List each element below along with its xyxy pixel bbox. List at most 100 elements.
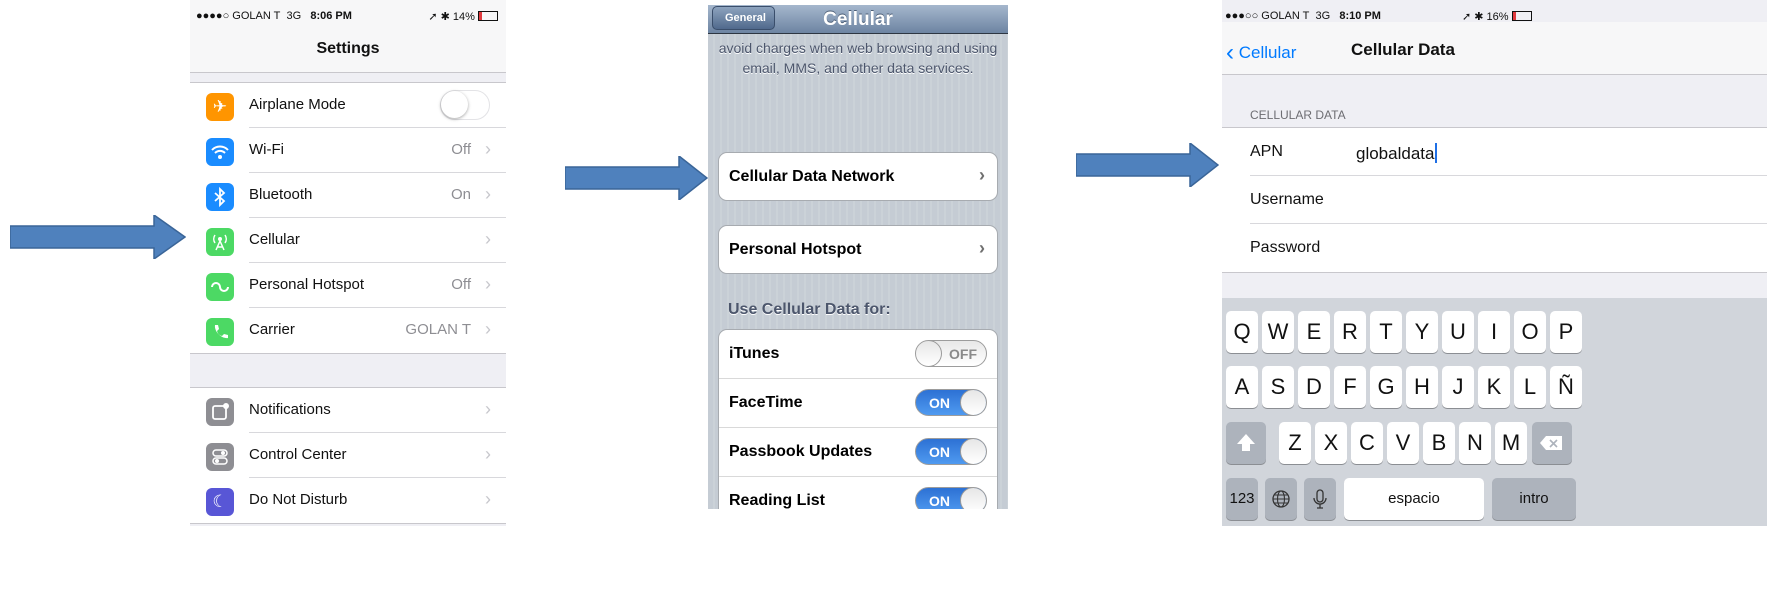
list-item[interactable]: Cellular Data Network › [719,153,997,201]
key-k[interactable]: K [1478,366,1510,408]
page-title: Cellular [823,9,893,30]
time-label: 8:06 PM [310,10,352,22]
key-c[interactable]: C [1351,422,1383,464]
key-f[interactable]: F [1334,366,1366,408]
key-u[interactable]: U [1442,311,1474,353]
section-header: Use Cellular Data for: [728,301,891,318]
row-value: Off [451,276,471,293]
settings-row-control-center[interactable]: Control Center › [190,433,506,478]
key-v[interactable]: V [1387,422,1419,464]
arrow-right-icon [1076,143,1219,187]
chevron-right-icon: › [485,319,491,339]
description-text: avoid charges when web browsing and usin… [718,40,998,76]
wifi-icon [206,138,234,166]
row-label: Reading List [729,492,826,509]
shift-arrow-icon [1237,434,1255,451]
key-n-tilde[interactable]: Ñ [1550,366,1582,408]
key-p[interactable]: P [1550,311,1582,353]
personal-hotspot-cell[interactable]: Personal Hotspot › [718,225,998,274]
settings-row-wifi[interactable]: Wi-Fi Off › [190,128,506,173]
nav-bar: General Cellular [708,5,1008,34]
key-y[interactable]: Y [1406,311,1438,353]
return-key[interactable]: intro [1492,478,1576,520]
numbers-key[interactable]: 123 [1226,478,1258,520]
key-e[interactable]: E [1298,311,1330,353]
settings-row-notifications[interactable]: Notifications › [190,388,506,433]
chevron-right-icon: › [485,399,491,419]
cellular-data-form: APN globaldata Username Password [1222,127,1767,273]
dictation-key[interactable] [1304,478,1336,520]
key-w[interactable]: W [1262,311,1294,353]
cellular-antenna-icon [206,228,234,256]
key-l[interactable]: L [1514,366,1546,408]
key-o[interactable]: O [1514,311,1546,353]
list-item[interactable]: Personal Hotspot › [719,226,997,274]
reading-list-toggle[interactable]: ON [915,487,987,509]
key-a[interactable]: A [1226,366,1258,408]
bluetooth-icon [206,183,234,211]
toggle-row-reading-list: Reading List ON [719,477,997,509]
settings-row-cellular[interactable]: Cellular › [190,218,506,263]
key-r[interactable]: R [1334,311,1366,353]
field-label: Username [1250,191,1324,208]
key-m[interactable]: M [1495,422,1527,464]
space-key[interactable]: espacio [1344,478,1484,520]
chevron-right-icon: › [485,229,491,249]
control-center-icon [206,443,234,471]
settings-row-airplane-mode[interactable]: ✈ Airplane Mode [190,83,506,128]
globe-key[interactable] [1265,478,1297,520]
phone-icon [206,318,234,346]
settings-row-carrier[interactable]: Carrier GOLAN T › [190,308,506,353]
password-field[interactable]: Password [1222,224,1767,272]
delete-key[interactable] [1532,422,1572,464]
section-header: CELLULAR DATA [1250,108,1346,122]
key-g[interactable]: G [1370,366,1402,408]
carrier-label: ●●●○○ GOLAN T [1225,10,1310,22]
row-label: Airplane Mode [249,96,346,113]
keyboard: Q W E R T Y U I O P A S D F G H J K L Ñ … [1222,298,1767,526]
itunes-toggle[interactable]: OFF [915,340,987,367]
status-bar: ●●●○○ GOLAN T 3G 8:10 PM ➚ ✱ 16% [1222,0,1767,23]
cellular-data-network-cell[interactable]: Cellular Data Network › [718,152,998,201]
key-s[interactable]: S [1262,366,1294,408]
row-value: GOLAN T [405,321,471,338]
back-button-cellular[interactable]: ‹ Cellular [1226,39,1296,67]
row-label: Personal Hotspot [729,241,862,258]
apn-input[interactable]: globaldata [1356,144,1434,163]
key-z[interactable]: Z [1279,422,1311,464]
text-cursor [1435,143,1438,163]
key-t[interactable]: T [1370,311,1402,353]
key-i[interactable]: I [1478,311,1510,353]
username-field[interactable]: Username [1222,176,1767,224]
key-b[interactable]: B [1423,422,1455,464]
facetime-toggle[interactable]: ON [915,389,987,416]
field-label: APN [1250,143,1283,160]
settings-row-personal-hotspot[interactable]: Personal Hotspot Off › [190,263,506,308]
key-d[interactable]: D [1298,366,1330,408]
row-label: Notifications [249,401,331,418]
row-label: Do Not Disturb [249,491,348,508]
row-label: iTunes [729,345,780,362]
row-label: FaceTime [729,394,803,411]
apn-field[interactable]: APN globaldata [1222,128,1767,176]
field-label: Password [1250,239,1321,256]
key-j[interactable]: J [1442,366,1474,408]
settings-group-system: Notifications › Control Center › ☾ Do No… [190,387,506,524]
row-value: On [450,186,471,203]
chevron-right-icon: › [979,165,985,185]
shift-key[interactable] [1226,422,1266,464]
settings-row-bluetooth[interactable]: Bluetooth On › [190,173,506,218]
row-label: Personal Hotspot [249,276,365,293]
row-label: Passbook Updates [729,443,873,460]
settings-row-do-not-disturb[interactable]: ☾ Do Not Disturb › [190,478,506,523]
key-x[interactable]: X [1315,422,1347,464]
chevron-left-icon: ‹ [1226,39,1234,66]
microphone-icon [1313,489,1327,509]
chevron-right-icon: › [979,238,985,258]
key-n[interactable]: N [1459,422,1491,464]
airplane-mode-toggle[interactable] [440,90,490,120]
toggle-row-itunes: iTunes OFF [719,330,997,379]
key-h[interactable]: H [1406,366,1438,408]
passbook-updates-toggle[interactable]: ON [915,438,987,465]
key-q[interactable]: Q [1226,311,1258,353]
